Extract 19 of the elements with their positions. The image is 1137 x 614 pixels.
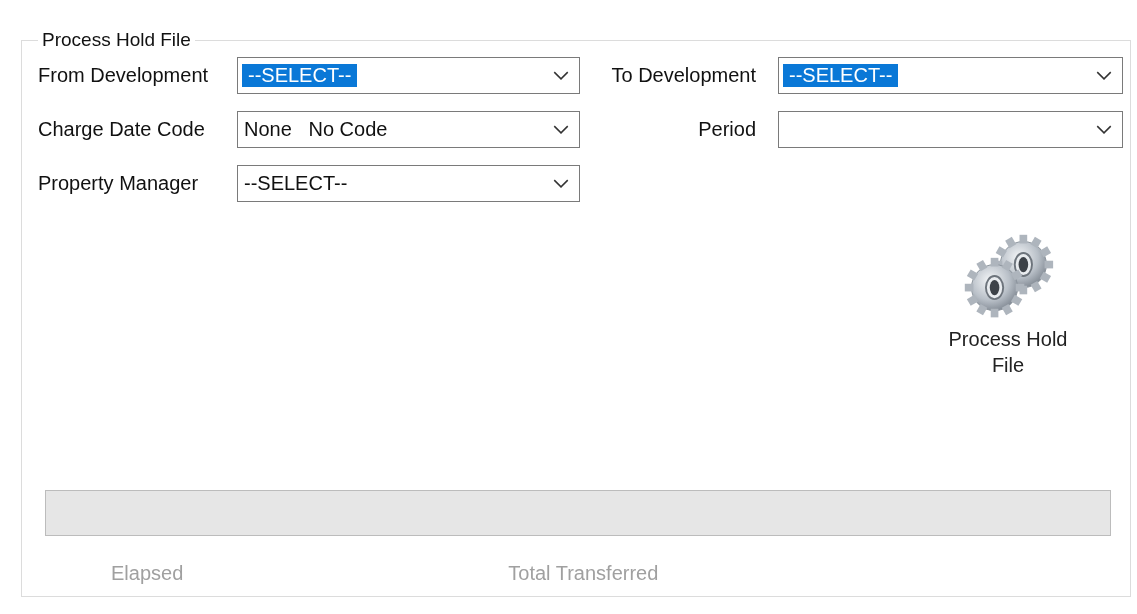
chevron-icon xyxy=(553,179,569,188)
chevron-icon xyxy=(553,71,569,80)
field-label: To Development xyxy=(610,64,757,87)
field-label: Charge Date Code xyxy=(38,118,206,141)
chevron-icon xyxy=(1096,125,1112,134)
field-label: Period xyxy=(697,118,757,141)
field-label: Property Manager xyxy=(38,172,200,195)
chevron-icon xyxy=(1096,71,1112,80)
field-label: From Development xyxy=(38,64,210,87)
status-label: Total Transferred xyxy=(508,562,659,585)
chevron-icon xyxy=(553,125,569,134)
process-hold-file-button[interactable]: Process Hold File xyxy=(938,230,1078,378)
status-label: Elapsed xyxy=(111,562,184,585)
dropdown[interactable] xyxy=(778,111,1123,148)
dropdown[interactable]: --SELECT-- xyxy=(778,57,1123,94)
dropdown[interactable]: --SELECT-- xyxy=(237,165,580,202)
dropdown[interactable]: --SELECT-- xyxy=(237,57,580,94)
dropdown[interactable]: None No Code xyxy=(237,111,580,148)
group-title: Process Hold File xyxy=(41,29,192,51)
